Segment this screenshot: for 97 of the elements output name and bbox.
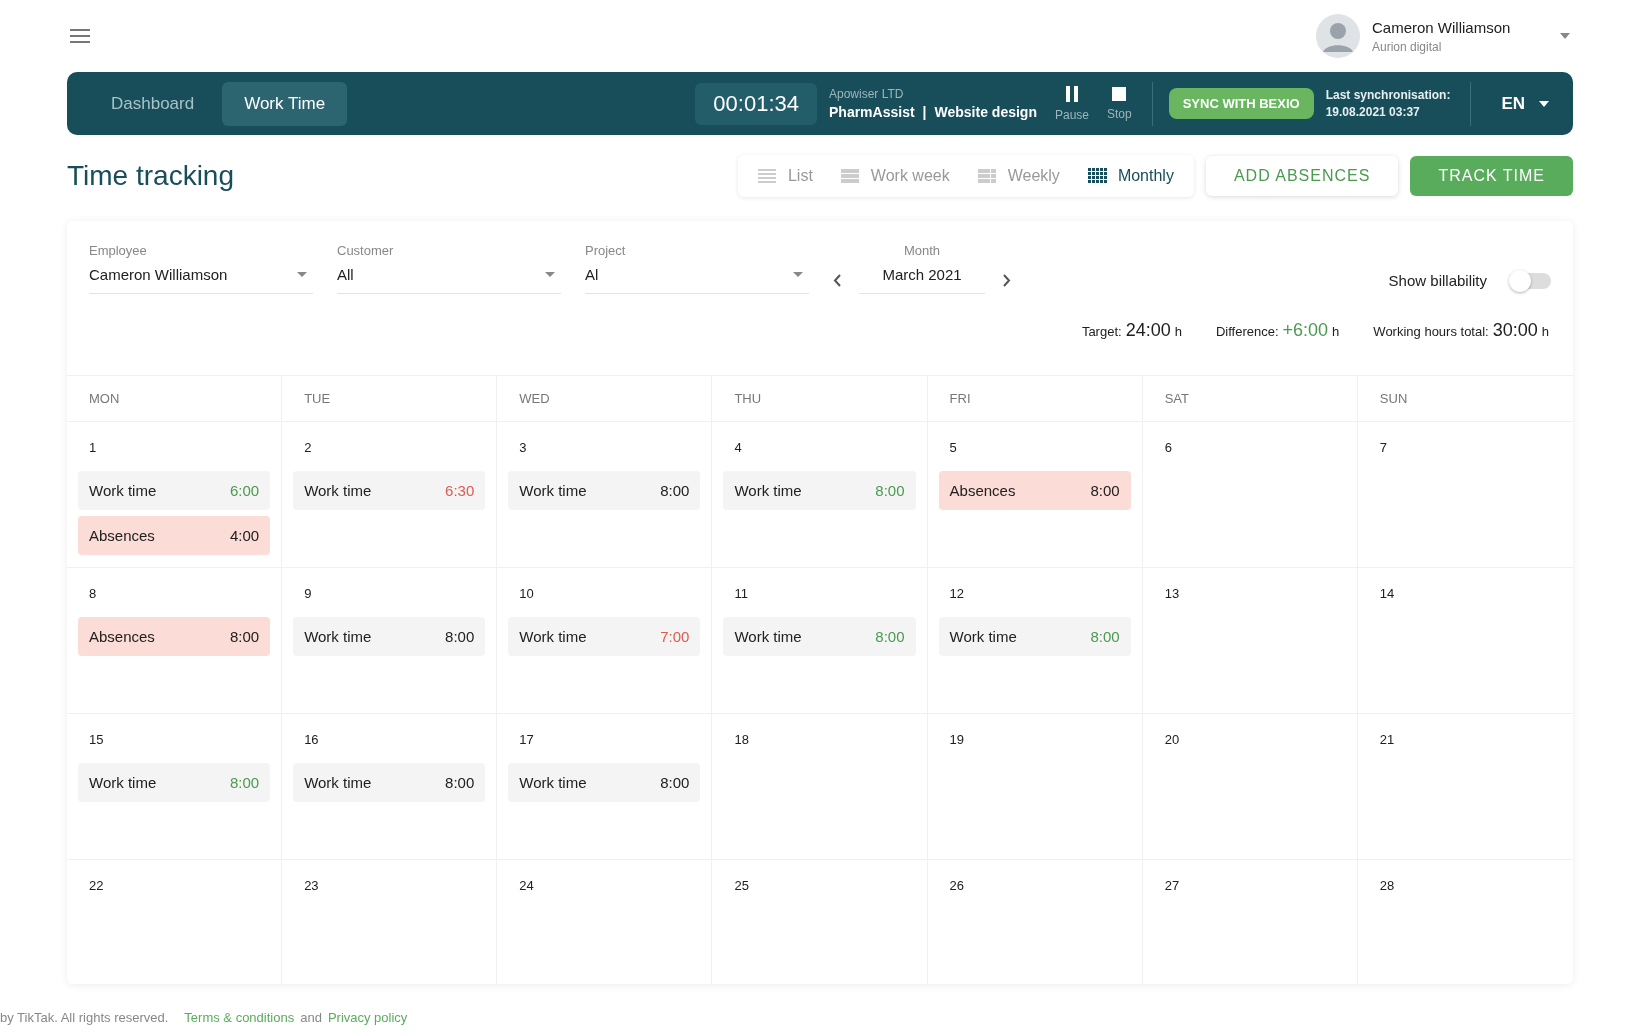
day-number: 6 (1163, 440, 1173, 455)
footer-text: and (300, 1010, 322, 1025)
billability-toggle[interactable] (1511, 272, 1551, 289)
day-number: 13 (1163, 586, 1181, 601)
day-number: 3 (518, 440, 528, 455)
work-time-entry[interactable]: Work time 8:00 (78, 763, 271, 802)
absence-entry[interactable]: Absences 8:00 (938, 471, 1131, 510)
work-time-entry[interactable]: Work time 6:00 (78, 471, 271, 510)
work-time-entry[interactable]: Work time 8:00 (508, 763, 701, 802)
avatar-icon (1316, 14, 1360, 58)
next-icon[interactable] (1003, 274, 1011, 287)
copyright-text: by TikTak. All rights reserved. (0, 1010, 169, 1025)
day-number: 20 (1163, 732, 1181, 747)
work-time-entry[interactable]: Work time 6:30 (293, 471, 486, 510)
pause-icon (1064, 85, 1079, 102)
caret-icon (1539, 100, 1549, 107)
absence-entry[interactable]: Absences 4:00 (78, 516, 271, 555)
nav-tab[interactable]: Work Time (222, 81, 348, 126)
caret-icon (297, 272, 307, 277)
total-unit: h (1174, 324, 1182, 339)
day-number: 8 (88, 586, 98, 601)
page-title: Time tracking (67, 160, 235, 192)
day-number: 14 (1378, 586, 1396, 601)
stop-icon (1112, 86, 1127, 101)
table-icon (977, 168, 998, 184)
language-select[interactable]: EN (1487, 85, 1563, 122)
filter-select[interactable]: Project Al (585, 243, 809, 294)
total-unit: h (1332, 324, 1340, 339)
day-number: 26 (948, 878, 966, 893)
pause-button[interactable]: Pause (1054, 85, 1089, 122)
day-number: 7 (1378, 440, 1389, 455)
day-number: 22 (88, 878, 105, 893)
table-icon (840, 168, 861, 184)
day-number: 28 (1378, 878, 1396, 893)
filter-select[interactable]: Customer All (337, 243, 561, 294)
caret-icon (545, 272, 555, 277)
total-value: 24:00 (1125, 320, 1171, 341)
task-name: Website design (934, 104, 1037, 120)
day-number: 17 (518, 732, 535, 747)
work-time-entry[interactable]: Work time 8:00 (293, 763, 486, 802)
day-number: 21 (1378, 732, 1396, 747)
day-number: 2 (303, 440, 313, 455)
day-number: 16 (303, 732, 320, 747)
separator: | (922, 104, 927, 120)
project-name: PharmAssist (829, 104, 915, 120)
weekday-header: WED (519, 391, 550, 406)
filter-select[interactable]: Employee Cameron Williamson (89, 243, 313, 294)
absence-entry[interactable]: Absences 8:00 (78, 617, 271, 656)
user-company: Aurion digital (1372, 39, 1443, 54)
weekday-header: SUN (1379, 391, 1408, 406)
menu-icon[interactable] (70, 29, 90, 43)
weekday-header: FRI (949, 391, 971, 406)
day-number: 12 (948, 586, 966, 601)
view-tab[interactable]: Monthly (1073, 167, 1188, 185)
grid-icon (1087, 168, 1108, 184)
weekday-header: MON (89, 391, 120, 406)
day-number: 5 (948, 440, 958, 455)
day-number: 19 (948, 732, 966, 747)
day-number: 15 (88, 732, 105, 747)
work-time-entry[interactable]: Work time 8:00 (508, 471, 701, 510)
day-number: 1 (88, 440, 98, 455)
total-value: +6:00 (1282, 320, 1329, 341)
sync-label: Last synchronisation: (1325, 88, 1451, 102)
timer-display: 00:01:34 (695, 82, 817, 125)
nav-tab[interactable]: Dashboard (89, 81, 217, 126)
caret-icon (793, 272, 803, 277)
day-number: 18 (733, 732, 750, 747)
stop-button[interactable]: Stop (1107, 86, 1132, 121)
day-number: 27 (1163, 878, 1181, 893)
work-time-entry[interactable]: Work time 8:00 (938, 617, 1131, 656)
total-label: Difference: (1215, 324, 1279, 339)
day-number: 4 (733, 440, 743, 455)
work-time-entry[interactable]: Work time 8:00 (723, 617, 916, 656)
work-time-entry[interactable]: Work time 8:00 (293, 617, 486, 656)
company-name: Apowiser LTD (829, 87, 905, 101)
day-number: 24 (518, 878, 535, 893)
total-label: Working hours total: (1373, 324, 1489, 339)
previous-icon[interactable] (833, 274, 841, 287)
day-number: 9 (303, 586, 313, 601)
total-unit: h (1541, 324, 1549, 339)
weekday-header: THU (734, 391, 762, 406)
sync-time: 19.08.2021 03:37 (1325, 105, 1421, 119)
day-number: 23 (303, 878, 320, 893)
day-number: 11 (733, 586, 749, 601)
work-time-entry[interactable]: Work time 7:00 (508, 617, 701, 656)
weekday-header: SAT (1164, 391, 1190, 406)
billability-label: Show billability (1388, 272, 1487, 289)
caret-icon[interactable] (1560, 33, 1570, 39)
month-field[interactable]: Month March 2021 (859, 243, 985, 294)
weekday-header: TUE (304, 391, 331, 406)
total-label: Target: (1081, 324, 1122, 339)
user-name: Cameron Williamson (1372, 18, 1512, 36)
work-time-entry[interactable]: Work time 8:00 (723, 471, 916, 510)
day-number: 25 (733, 878, 750, 893)
list-icon (757, 168, 778, 184)
total-value: 30:00 (1492, 320, 1538, 341)
day-number: 10 (518, 586, 535, 601)
